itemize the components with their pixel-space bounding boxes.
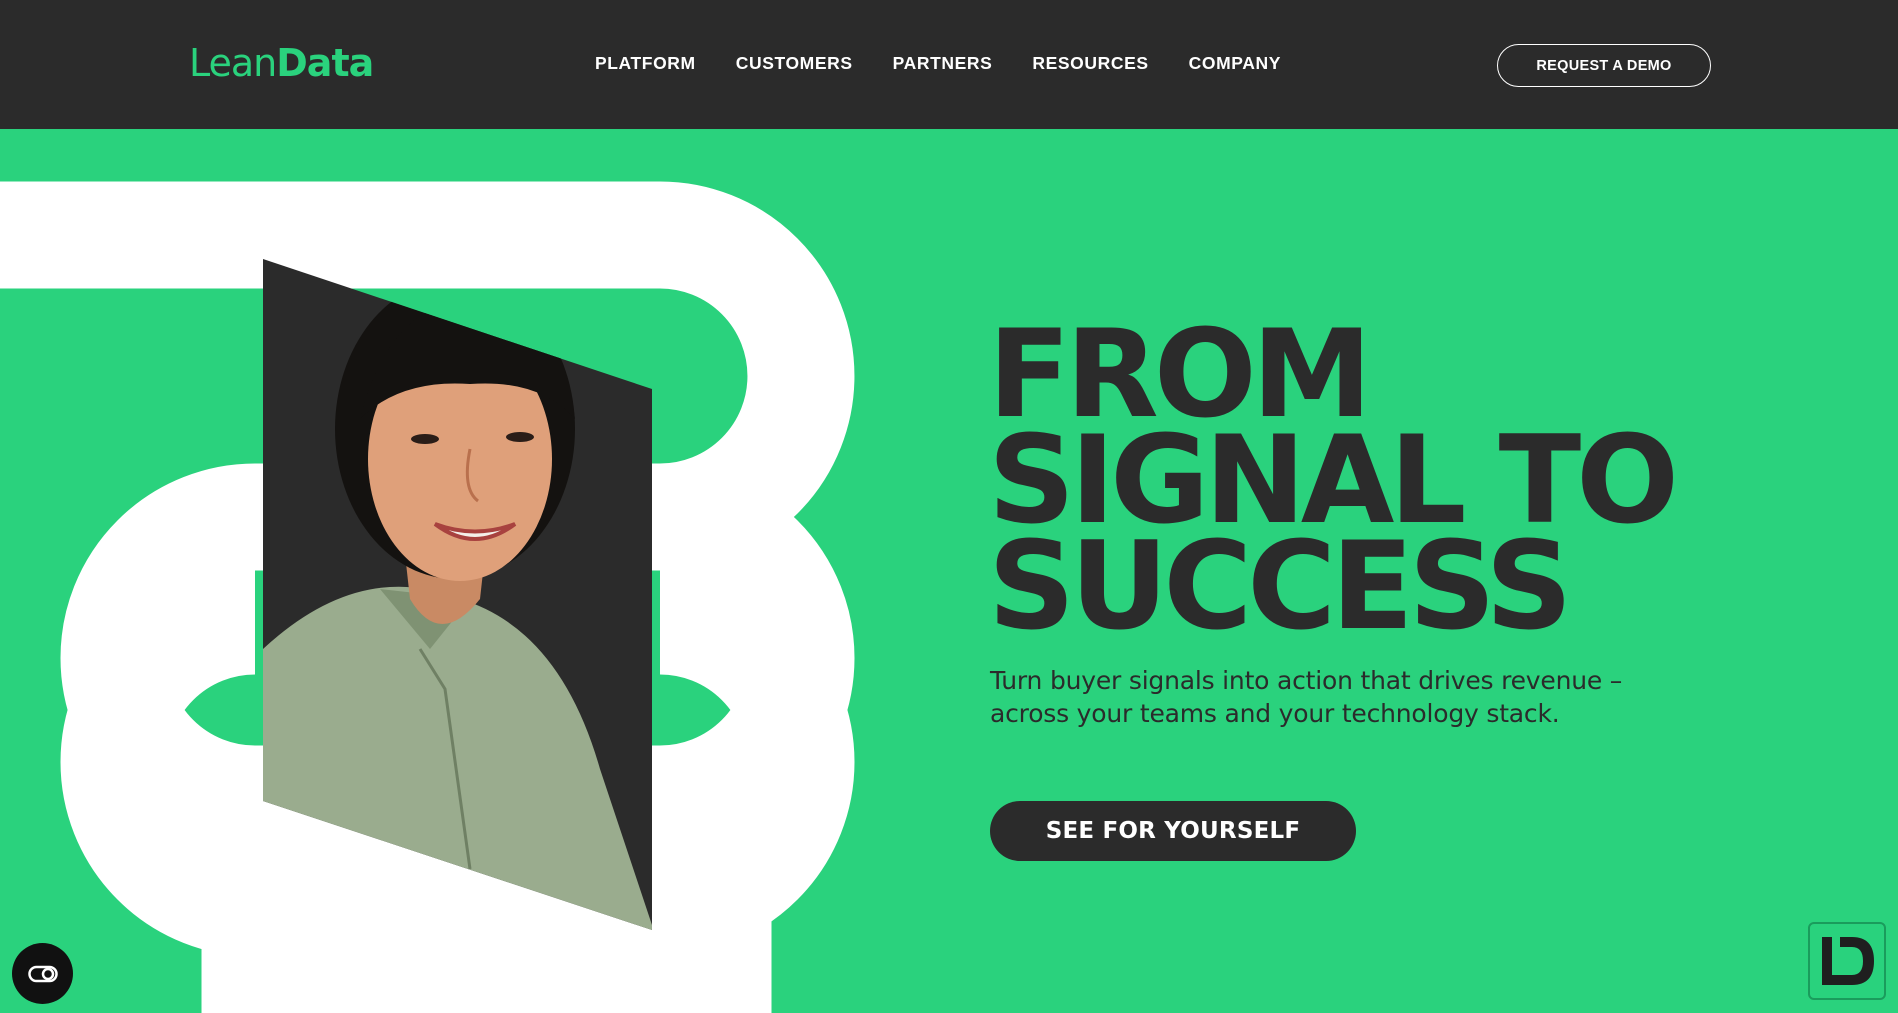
- accessibility-toggle-icon: [27, 965, 58, 982]
- leandata-badge[interactable]: [1808, 922, 1886, 1000]
- hero-illustration: [0, 181, 855, 1013]
- hero-headline: FROM SIGNAL TO SUCCESS: [988, 314, 1788, 647]
- nav-resources[interactable]: RESOURCES: [1032, 52, 1148, 74]
- nav-partners[interactable]: PARTNERS: [893, 52, 993, 74]
- accessibility-button[interactable]: [12, 943, 73, 1004]
- request-demo-button[interactable]: REQUEST A DEMO: [1497, 44, 1711, 87]
- logo-data: Data: [276, 41, 374, 85]
- hero-subtext: Turn buyer signals into action that driv…: [990, 666, 1623, 728]
- main-nav: PLATFORM CUSTOMERS PARTNERS RESOURCES CO…: [595, 52, 1321, 74]
- leandata-logo[interactable]: LeanData: [189, 40, 374, 86]
- nav-platform[interactable]: PLATFORM: [595, 52, 696, 74]
- nav-company[interactable]: COMPANY: [1189, 52, 1281, 74]
- nav-customers[interactable]: CUSTOMERS: [736, 52, 853, 74]
- logo-lean: Lean: [189, 41, 277, 85]
- see-for-yourself-button[interactable]: SEE FOR YOURSELF: [990, 801, 1356, 861]
- site-header: LeanData PLATFORM CUSTOMERS PARTNERS RES…: [0, 0, 1898, 129]
- leandata-ld-badge-icon: [1822, 937, 1874, 985]
